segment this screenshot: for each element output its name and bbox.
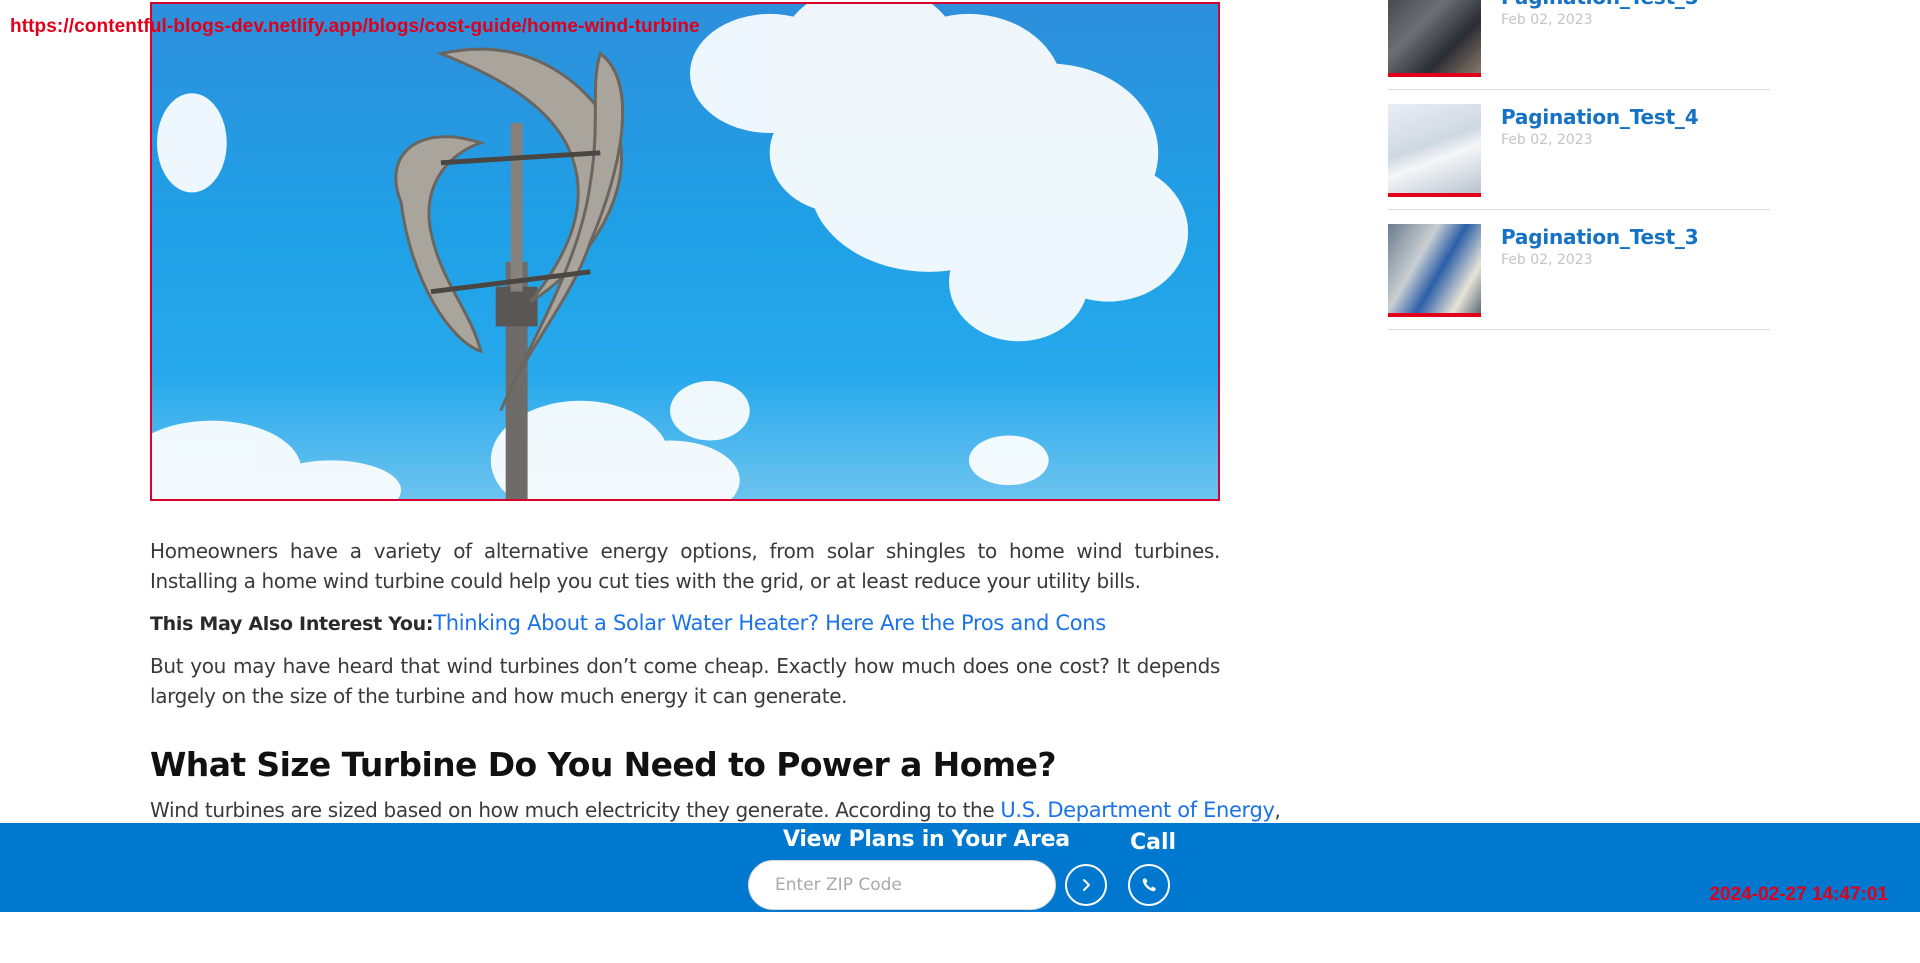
related-article-link[interactable]: Thinking About a Solar Water Heater? Her… (433, 611, 1106, 635)
bar-title: View Plans in Your Area (783, 827, 1070, 852)
post-info: Pagination_Test_5 Feb 02, 2023 (1501, 0, 1699, 89)
post-title[interactable]: Pagination_Test_3 (1501, 224, 1699, 250)
related-article: This May Also Interest You:Thinking Abou… (150, 608, 1220, 639)
timestamp-overlay: 2024-02-27 14:47:01 (1709, 884, 1888, 905)
paragraph-text: Wind turbines are sized based on how muc… (150, 798, 1001, 822)
related-article-label: This May Also Interest You: (150, 613, 434, 635)
section-heading: What Size Turbine Do You Need to Power a… (150, 745, 1056, 784)
hero-image (150, 2, 1220, 501)
submit-zip-button[interactable] (1065, 864, 1107, 906)
wind-turbine-image (152, 4, 1189, 499)
post-date: Feb 02, 2023 (1501, 252, 1593, 268)
zip-search-bar: View Plans in Your Area Call (0, 823, 1920, 912)
call-label: Call (1130, 830, 1177, 855)
post-thumbnail[interactable] (1388, 104, 1481, 197)
sidebar-post[interactable]: Pagination_Test_5 Feb 02, 2023 (1388, 0, 1770, 90)
article-paragraph: Wind turbines are sized based on how muc… (150, 795, 1281, 825)
doe-link[interactable]: U.S. Department of Energy (1000, 798, 1275, 822)
post-title[interactable]: Pagination_Test_5 (1501, 0, 1699, 10)
chevron-right-icon (1083, 879, 1090, 891)
phone-icon (1142, 878, 1156, 892)
post-date: Feb 02, 2023 (1501, 12, 1593, 28)
post-date: Feb 02, 2023 (1501, 132, 1593, 148)
url-overlay: https://contentful-blogs-dev.netlify.app… (10, 16, 700, 37)
post-info: Pagination_Test_3 Feb 02, 2023 (1501, 224, 1699, 329)
post-title[interactable]: Pagination_Test_4 (1501, 104, 1699, 130)
post-info: Pagination_Test_4 Feb 02, 2023 (1501, 104, 1699, 209)
call-button[interactable] (1128, 864, 1170, 906)
article-paragraph: Homeowners have a variety of alternative… (150, 539, 1220, 593)
paragraph-text: , (1274, 798, 1281, 822)
article-body: Homeowners have a variety of alternative… (150, 536, 1281, 825)
zip-code-input[interactable] (748, 860, 1056, 910)
article-paragraph: But you may have heard that wind turbine… (150, 654, 1220, 708)
post-thumbnail[interactable] (1388, 224, 1481, 317)
post-thumbnail[interactable] (1388, 0, 1481, 77)
sidebar-post[interactable]: Pagination_Test_3 Feb 02, 2023 (1388, 210, 1770, 330)
related-posts-sidebar: Pagination_Test_5 Feb 02, 2023 Paginatio… (1388, 0, 1770, 330)
sidebar-post[interactable]: Pagination_Test_4 Feb 02, 2023 (1388, 90, 1770, 210)
